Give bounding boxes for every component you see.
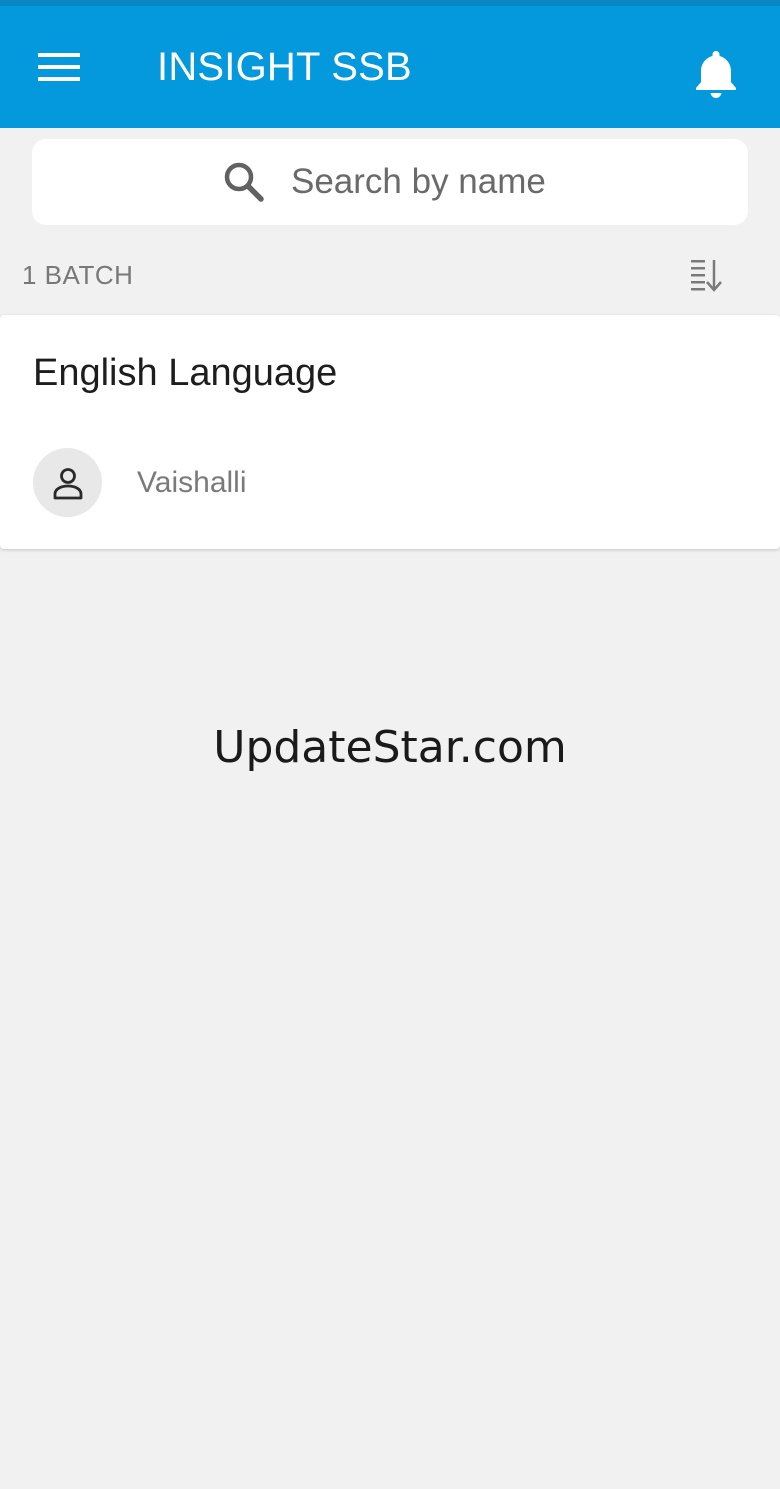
bell-icon <box>696 51 736 98</box>
search-icon <box>219 157 269 207</box>
notifications-button[interactable] <box>688 44 744 104</box>
app-title: INSIGHT SSB <box>157 45 412 89</box>
teacher-name: Vaishalli <box>137 466 247 499</box>
sort-button[interactable] <box>684 252 730 298</box>
search-bar[interactable] <box>32 139 748 225</box>
hamburger-menu-icon <box>38 53 80 81</box>
batch-card[interactable]: English Language Vaishalli <box>0 315 780 549</box>
search-input[interactable] <box>291 162 561 202</box>
app-header: INSIGHT SSB <box>0 0 780 128</box>
watermark-text: UpdateStar.com <box>213 722 567 773</box>
batch-count-label: 1 BATCH <box>22 260 134 290</box>
avatar <box>33 448 102 517</box>
menu-button[interactable] <box>30 39 90 95</box>
batch-name: English Language <box>33 352 338 394</box>
sort-descending-icon <box>691 260 722 292</box>
app-screen: INSIGHT SSB 1 BATCH Engli <box>0 0 780 1489</box>
person-icon <box>53 467 82 499</box>
